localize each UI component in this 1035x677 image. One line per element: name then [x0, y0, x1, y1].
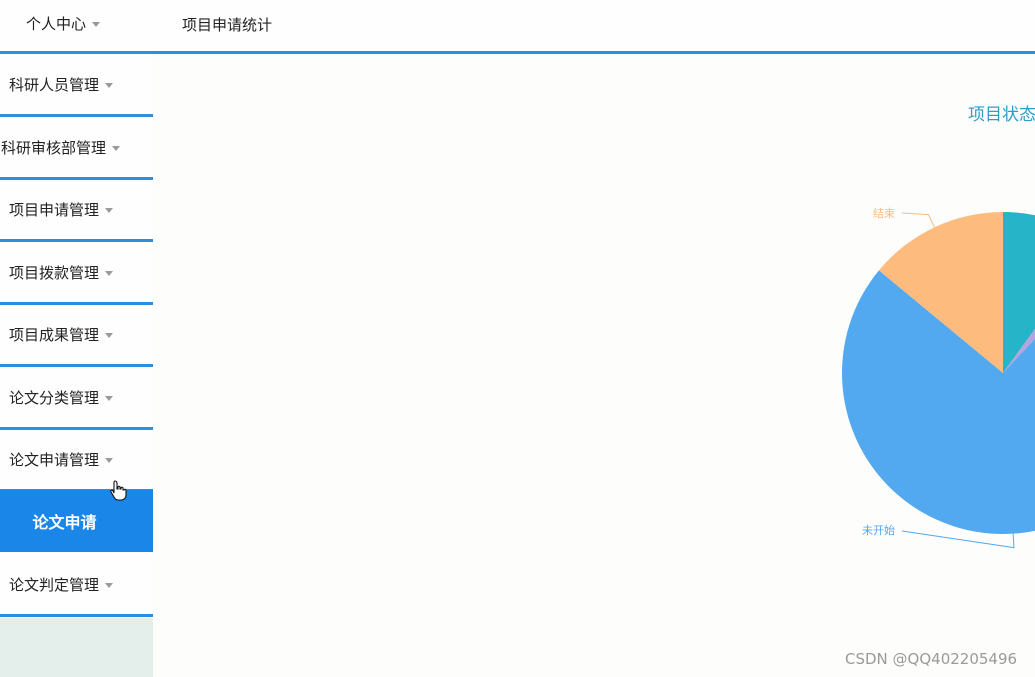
pie-label-end: 结束: [873, 207, 895, 220]
pie-label-not-started: 未开始: [862, 524, 895, 537]
chart-title: 项目状态: [968, 105, 1035, 125]
hand-cursor-icon: [110, 480, 128, 506]
sidebar-item-label: 论文分类管理: [9, 388, 100, 407]
sidebar-item-label: 论文判定管理: [9, 575, 100, 594]
sidebar-item-paper-application-management[interactable]: 论文申请管理: [0, 429, 153, 492]
chevron-down-icon: [105, 270, 114, 276]
sidebar-item-label: 论文申请管理: [9, 450, 100, 469]
chevron-down-icon: [105, 582, 114, 588]
page-title: 项目申请统计: [182, 16, 273, 34]
sidebar: 科研人员管理 科研审核部管理 项目申请管理 项目拨款管理 项目成果管理 论文分类…: [0, 54, 153, 677]
sidebar-item-label: 项目成果管理: [9, 325, 100, 344]
main-content: [153, 54, 1035, 677]
top-bar: 个人中心 项目申请统计: [0, 0, 1035, 51]
sidebar-subitem-label: 论文申请: [32, 513, 97, 532]
sidebar-item-project-result-management[interactable]: 项目成果管理: [0, 304, 153, 367]
chevron-down-icon: [105, 395, 114, 401]
sidebar-item-researcher-management[interactable]: 科研人员管理: [0, 54, 153, 117]
sidebar-item-project-funding-management[interactable]: 项目拨款管理: [0, 242, 153, 305]
sidebar-item-label: 项目申请管理: [9, 200, 100, 219]
sidebar-item-paper-judgement-management[interactable]: 论文判定管理: [0, 554, 153, 617]
sidebar-footer: [0, 618, 153, 677]
sidebar-subitem-paper-application[interactable]: 论文申请: [0, 490, 153, 552]
chevron-down-icon: [105, 82, 114, 88]
chevron-down-icon: [105, 207, 114, 213]
sidebar-item-label: 项目拨款管理: [9, 263, 100, 282]
sidebar-item-label: 科研人员管理: [9, 75, 100, 94]
sidebar-item-paper-category-management[interactable]: 论文分类管理: [0, 367, 153, 430]
chevron-down-icon: [105, 457, 114, 463]
personal-center-menu[interactable]: 个人中心: [26, 13, 101, 34]
chevron-down-icon: [105, 332, 114, 338]
personal-center-label: 个人中心: [26, 15, 87, 33]
sidebar-item-review-dept-management[interactable]: 科研审核部管理: [0, 117, 153, 180]
chevron-down-icon: [92, 22, 101, 27]
sidebar-item-project-application-management[interactable]: 项目申请管理: [0, 179, 153, 242]
watermark: CSDN @QQ402205496: [845, 650, 1018, 668]
sidebar-item-label: 科研审核部管理: [1, 138, 107, 157]
chevron-down-icon: [112, 145, 121, 151]
